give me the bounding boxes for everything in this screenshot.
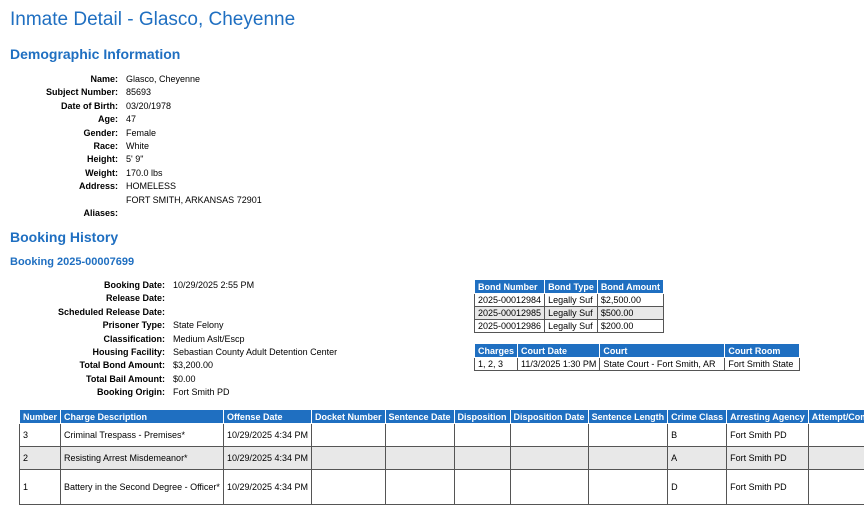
name-value: Glasco, Cheyenne xyxy=(126,74,201,84)
court-header-row: Charges Court Date Court Court Room xyxy=(473,343,801,358)
dob-value: 03/20/1978 xyxy=(126,100,172,111)
field-booking-date: Booking Date: 10/29/2025 2:55 PM xyxy=(103,280,255,290)
bond-type-header: Bond Type xyxy=(544,279,598,294)
field-prisoner-type: Prisoner Type: State Felony xyxy=(102,320,224,331)
charges-header: Charges xyxy=(473,343,519,358)
field-age: Age: 47 xyxy=(10,113,262,126)
field-classification: Classification: Medium Aslt/Escp xyxy=(103,333,245,344)
crime-class-header: Crime Class xyxy=(667,409,728,424)
address-line1: HOMELESS xyxy=(126,181,177,192)
number-header: Number xyxy=(18,409,62,424)
field-name: Name: Glasco, Cheyenne xyxy=(10,73,262,86)
court-table: Charges Court Date Court Court Room 1, 2… xyxy=(473,343,801,371)
field-height: Height: 5' 9" xyxy=(10,153,262,166)
court-room-header: Court Room xyxy=(724,343,801,358)
bond-amount-header: Bond Amount xyxy=(596,279,665,294)
field-release-date: Release Date: xyxy=(105,293,165,304)
bond-header-row: Bond Number Bond Type Bond Amount xyxy=(473,279,665,294)
page-title: Inmate Detail - Glasco, Cheyenne xyxy=(10,9,296,30)
sentence-length-header: Sentence Length xyxy=(587,409,669,424)
charges-header-row: Number Charge Description Offense Date D… xyxy=(18,409,864,424)
address-line2: FORT SMITH, ARKANSAS 72901 xyxy=(126,194,262,205)
table-row: 2025-00012986 Legally Suf $200.00 xyxy=(473,319,665,333)
field-scheduled-release: Scheduled Release Date: xyxy=(57,306,165,317)
field-weight: Weight: 170.0 lbs xyxy=(10,167,262,180)
field-total-bond: Total Bond Amount: $3,200.00 xyxy=(79,360,214,371)
table-row: 2 Resisting Arrest Misdemeanor* 10/29/20… xyxy=(18,446,864,470)
field-total-bail: Total Bail Amount: $0.00 xyxy=(86,373,196,384)
field-race: Race: White xyxy=(10,140,262,153)
attempt-commit-header: Attempt/Commit xyxy=(807,409,864,424)
disposition-date-header: Disposition Date xyxy=(509,409,589,424)
court-date-header: Court Date xyxy=(517,343,601,358)
demographic-heading: Demographic Information xyxy=(10,46,181,62)
field-housing: Housing Facility: Sebastian County Adult … xyxy=(92,347,338,358)
table-row: 1, 2, 3 11/3/2025 1:30 PM State Court - … xyxy=(473,357,801,371)
booking-fields: Booking Date: 10/29/2025 2:55 PM Release … xyxy=(10,279,337,400)
table-row: 3 Criminal Trespass - Premises* 10/29/20… xyxy=(18,423,864,447)
booking-history-heading: Booking History xyxy=(10,229,119,245)
table-row: 2025-00012984 Legally Suf $2,500.00 xyxy=(473,293,665,307)
sentence-date-header: Sentence Date xyxy=(384,409,455,424)
field-booking-origin: Booking Origin: Fort Smith PD xyxy=(97,387,230,398)
court-header: Court xyxy=(599,343,726,358)
height-value: 5' 9" xyxy=(126,154,144,165)
bond-number-header: Bond Number xyxy=(473,279,546,294)
table-row: 2025-00012985 Legally Suf $500.00 xyxy=(473,306,665,320)
arresting-agency-header: Arresting Agency xyxy=(726,409,809,424)
field-dob: Date of Birth: 03/20/1978 xyxy=(10,100,262,113)
subject-number-value: 85693 xyxy=(126,87,152,98)
charges-table: Number Charge Description Offense Date D… xyxy=(18,409,864,505)
field-gender: Gender: Female xyxy=(10,127,262,140)
demographic-fields: Name: Glasco, Cheyenne Subject Number: 856… xyxy=(10,73,262,220)
docket-number-header: Docket Number xyxy=(311,409,386,424)
table-row: 1 Battery in the Second Degree - Officer… xyxy=(18,469,864,505)
address-value: HOMELESS FORT SMITH, ARKANSAS 72901 xyxy=(126,180,262,207)
field-subject-number: Subject Number: 85693 xyxy=(10,86,262,99)
age-value: 47 xyxy=(126,114,137,125)
offense-date-header: Offense Date xyxy=(222,409,313,424)
race-value: White xyxy=(126,141,150,152)
booking-heading: Booking 2025-00007699 xyxy=(10,256,135,268)
charge-description-header: Charge Description xyxy=(60,409,224,424)
bond-table: Bond Number Bond Type Bond Amount 2025-0… xyxy=(473,279,665,333)
field-aliases: Aliases: xyxy=(83,208,118,219)
field-address: Address: HOMELESS FORT SMITH, ARKANSAS 729… xyxy=(10,180,262,207)
disposition-header: Disposition xyxy=(453,409,511,424)
weight-value: 170.0 lbs xyxy=(126,167,163,178)
gender-value: Female xyxy=(126,127,157,138)
